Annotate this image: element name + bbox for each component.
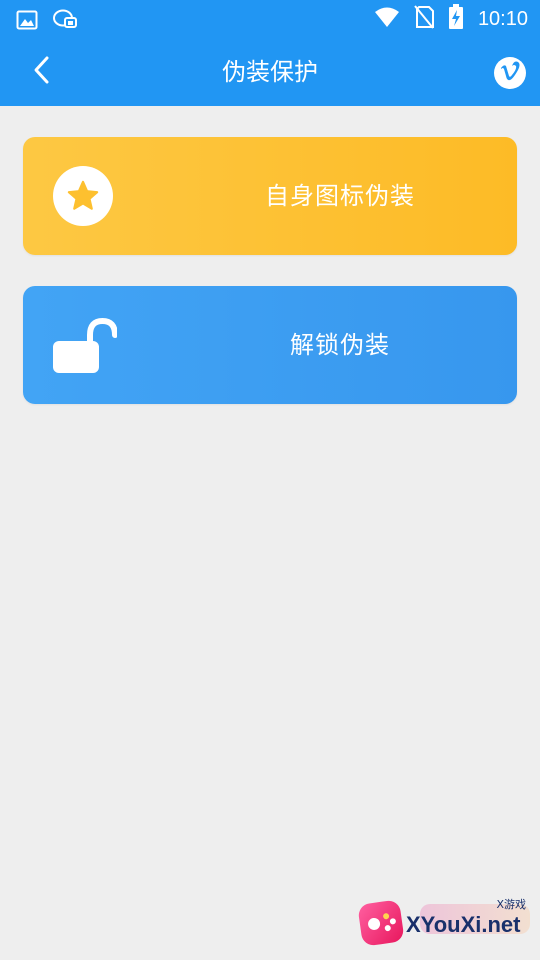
image-icon	[16, 10, 38, 34]
watermark-sub: X游戏	[496, 898, 526, 911]
back-button[interactable]	[20, 50, 64, 94]
app-bar: 伪装保护	[0, 38, 540, 106]
self-icon-disguise-card[interactable]: 自身图标伪装	[23, 137, 517, 255]
unlock-icon	[53, 315, 118, 375]
vimeo-button[interactable]	[494, 57, 526, 89]
no-sim-icon	[414, 5, 434, 33]
self-icon-disguise-label: 自身图标伪装	[265, 182, 415, 210]
battery-charging-icon	[448, 4, 464, 34]
gamepad-logo-icon	[357, 899, 405, 947]
watermark: X游戏 XYouXi.net	[357, 896, 532, 952]
page-title: 伪装保护	[222, 58, 318, 86]
chat-bubbles-icon	[52, 8, 80, 36]
star-icon	[53, 166, 113, 226]
unlock-disguise-label: 解锁伪装	[290, 331, 390, 359]
chevron-left-icon	[32, 55, 52, 89]
top-bar: 10:10 伪装保护	[0, 0, 540, 106]
unlock-disguise-card[interactable]: 解锁伪装	[23, 286, 517, 404]
status-time: 10:10	[477, 8, 528, 30]
status-bar: 10:10	[0, 0, 540, 38]
wifi-icon	[374, 6, 400, 32]
watermark-text: XYouXi.net	[406, 912, 521, 937]
vimeo-icon	[499, 61, 521, 85]
